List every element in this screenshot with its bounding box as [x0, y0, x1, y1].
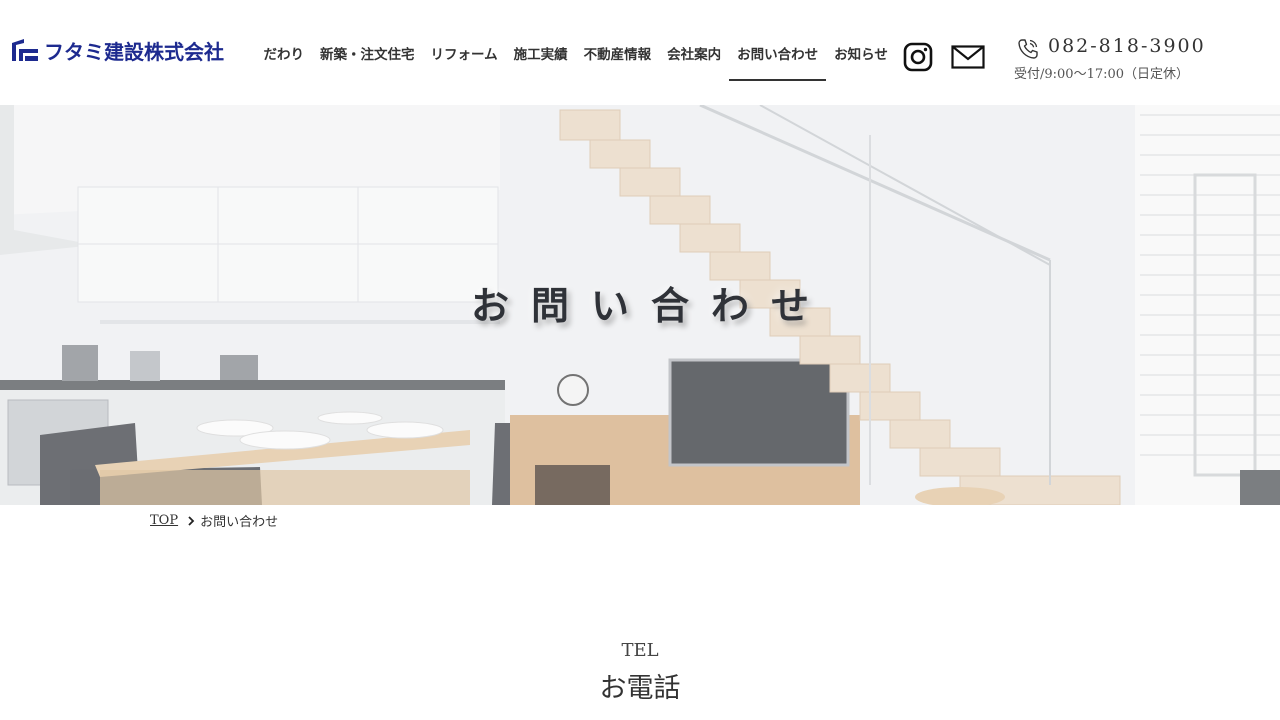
- section-label-en: TEL: [621, 640, 659, 661]
- main-nav: こだわり 新築・注文住宅 リフォーム 施工実績 不動産情報 会社案内 お問い合わ…: [264, 28, 904, 84]
- section-title: お電話: [599, 673, 681, 704]
- mail-icon[interactable]: [951, 45, 985, 69]
- phone-icon: [1018, 39, 1038, 59]
- nav-item-contact[interactable]: お問い合わせ: [729, 29, 827, 81]
- site-logo[interactable]: フタミ建設株式会社: [10, 36, 224, 64]
- breadcrumb-home-link[interactable]: TOP: [150, 513, 178, 528]
- nav-item-kodawari[interactable]: こだわり: [264, 29, 312, 81]
- nav-item-news[interactable]: お知らせ: [826, 29, 896, 81]
- tel-hours: 受付/9:00～17:00（日定休）: [1014, 67, 1190, 82]
- tel-number[interactable]: 082-818-3900: [1048, 35, 1206, 57]
- logo-mark-icon: [12, 39, 38, 61]
- chevron-right-icon: [188, 515, 195, 526]
- site-header: フタミ建設株式会社 こだわり 新築・注文住宅 リフォーム 施工実績 不動産情報 …: [0, 0, 1280, 105]
- logo-text: フタミ建設株式会社: [44, 39, 224, 64]
- nav-item-company[interactable]: 会社案内: [659, 29, 729, 81]
- nav-item-new-house[interactable]: 新築・注文住宅: [312, 29, 423, 81]
- hero-title: お問い合わせ: [470, 283, 831, 328]
- nav-item-works[interactable]: 施工実績: [506, 29, 576, 81]
- nav-item-real-estate[interactable]: 不動産情報: [576, 29, 660, 81]
- instagram-icon[interactable]: [903, 42, 933, 72]
- nav-item-reform[interactable]: リフォーム: [423, 29, 506, 81]
- hero-banner: お問い合わせ: [0, 105, 1280, 505]
- breadcrumb-current: お問い合わせ: [200, 515, 279, 530]
- breadcrumb: TOP お問い合わせ: [150, 511, 278, 530]
